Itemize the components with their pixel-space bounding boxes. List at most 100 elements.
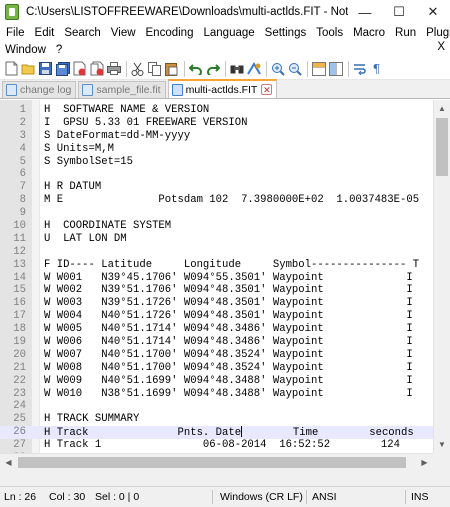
replace-icon[interactable] bbox=[246, 61, 261, 76]
undo-icon[interactable] bbox=[188, 61, 203, 76]
close-file-icon[interactable] bbox=[72, 61, 87, 76]
editor-line[interactable]: 14 W W001 N39°45.1706' W094°55.3501' Wayp… bbox=[0, 272, 433, 285]
menu-tools[interactable]: Tools bbox=[311, 27, 348, 39]
zoom-out-icon[interactable] bbox=[287, 61, 302, 76]
line-text[interactable]: W W004 N40°51.1726' W094°48.3501' Waypoi… bbox=[44, 310, 413, 323]
editor-lines[interactable]: 1 H SOFTWARE NAME & VERSION 2 I GPSU 5.33 0… bbox=[0, 104, 433, 465]
menu-edit[interactable]: Edit bbox=[30, 27, 60, 39]
line-text[interactable]: W W009 N40°51.1699' W094°48.3488' Waypoi… bbox=[44, 375, 413, 388]
editor-line[interactable]: 24 bbox=[0, 400, 433, 413]
menu-settings[interactable]: Settings bbox=[260, 27, 312, 39]
word-wrap-icon[interactable] bbox=[352, 61, 367, 76]
line-text[interactable]: F ID---- Latitude Longitude Symbol------… bbox=[44, 259, 419, 272]
scroll-down-arrow-icon[interactable]: ▼ bbox=[434, 436, 450, 453]
sync-scroll-vertical-icon[interactable] bbox=[311, 61, 326, 76]
line-text[interactable]: W W010 N38°51.1699' W094°48.3488' Waypoi… bbox=[44, 388, 413, 401]
editor-line[interactable]: 2 I GPSU 5.33 01 FREEWARE VERSION bbox=[0, 117, 433, 130]
editor-line[interactable]: 12 bbox=[0, 246, 433, 259]
menu-language[interactable]: Language bbox=[198, 27, 259, 39]
line-text[interactable]: W W007 N40°51.1700' W094°48.3524' Waypoi… bbox=[44, 349, 413, 362]
sync-scroll-horizontal-icon[interactable] bbox=[328, 61, 343, 76]
zoom-in-icon[interactable] bbox=[270, 61, 285, 76]
line-text[interactable]: S DateFormat=dd-MM-yyyy bbox=[44, 130, 190, 143]
line-text[interactable]: W W005 N40°51.1714' W094°48.3486' Waypoi… bbox=[44, 323, 413, 336]
line-text[interactable]: W W002 N39°51.1706' W094°48.3501' Waypoi… bbox=[44, 284, 413, 297]
close-document-x[interactable]: X bbox=[437, 41, 445, 53]
editor-line[interactable]: 27 H Track 1 06-08-2014 16:52:52 124 bbox=[0, 439, 433, 452]
editor-line[interactable]: 18 W W005 N40°51.1714' W094°48.3486' Wayp… bbox=[0, 323, 433, 336]
editor-line[interactable]: 13 F ID---- Latitude Longitude Symbol----… bbox=[0, 259, 433, 272]
editor-line[interactable]: 17 W W004 N40°51.1726' W094°48.3501' Wayp… bbox=[0, 310, 433, 323]
find-icon[interactable] bbox=[229, 61, 244, 76]
line-text[interactable]: S Units=M,M bbox=[44, 143, 114, 156]
editor-line[interactable]: 9 bbox=[0, 207, 433, 220]
line-text[interactable]: U LAT LON DM bbox=[44, 233, 127, 246]
scroll-left-arrow-icon[interactable]: ◀ bbox=[0, 454, 17, 470]
menu-window[interactable]: Window bbox=[0, 44, 51, 56]
editor-line[interactable]: 5 S SymbolSet=15 bbox=[0, 156, 433, 169]
line-text[interactable]: W W006 N40°51.1714' W094°48.3486' Waypoi… bbox=[44, 336, 413, 349]
minimize-button[interactable]: — bbox=[348, 0, 382, 24]
editor-line[interactable]: 22 W W009 N40°51.1699' W094°48.3488' Wayp… bbox=[0, 375, 433, 388]
menu-run[interactable]: Run bbox=[390, 27, 421, 39]
line-text[interactable]: H TRACK SUMMARY bbox=[44, 413, 139, 426]
new-file-icon[interactable] bbox=[4, 61, 19, 76]
line-text[interactable]: W W001 N39°45.1706' W094°55.3501' Waypoi… bbox=[44, 272, 413, 285]
menu-view[interactable]: View bbox=[106, 27, 141, 39]
editor-line[interactable]: 7 H R DATUM bbox=[0, 181, 433, 194]
editor-line[interactable]: 23 W W010 N38°51.1699' W094°48.3488' Wayp… bbox=[0, 388, 433, 401]
line-text[interactable]: H Track Pnts. Date Time seconds bbox=[44, 426, 414, 440]
editor-line[interactable]: 15 W W002 N39°51.1706' W094°48.3501' Wayp… bbox=[0, 284, 433, 297]
line-text[interactable]: H Track 1 06-08-2014 16:52:52 124 bbox=[44, 439, 400, 452]
line-text[interactable]: W W008 N40°51.1700' W094°48.3524' Waypoi… bbox=[44, 362, 413, 375]
maximize-button[interactable]: ☐ bbox=[382, 0, 416, 24]
paste-icon[interactable] bbox=[164, 61, 179, 76]
editor-line[interactable]: 3 S DateFormat=dd-MM-yyyy bbox=[0, 130, 433, 143]
tab-change-log[interactable]: change log bbox=[2, 81, 77, 98]
line-text[interactable]: W W003 N39°51.1726' W094°48.3501' Waypoi… bbox=[44, 297, 413, 310]
scroll-up-arrow-icon[interactable]: ▲ bbox=[434, 100, 450, 117]
editor-line[interactable]: 21 W W008 N40°51.1700' W094°48.3524' Wayp… bbox=[0, 362, 433, 375]
menu-macro[interactable]: Macro bbox=[348, 27, 390, 39]
cut-icon[interactable] bbox=[130, 61, 145, 76]
tab-close-icon[interactable]: ✕ bbox=[261, 84, 273, 95]
editor-line[interactable]: 16 W W003 N39°51.1726' W094°48.3501' Wayp… bbox=[0, 297, 433, 310]
line-text[interactable]: M E Potsdam 102 7.3980000E+02 1.0037483E… bbox=[44, 194, 419, 207]
close-button[interactable]: ✕ bbox=[416, 0, 450, 24]
save-icon[interactable] bbox=[38, 61, 53, 76]
line-text[interactable]: H SOFTWARE NAME & VERSION bbox=[44, 104, 209, 117]
editor-line[interactable]: 11 U LAT LON DM bbox=[0, 233, 433, 246]
line-text[interactable]: H COORDINATE SYSTEM bbox=[44, 220, 171, 233]
editor-line[interactable]: 1 H SOFTWARE NAME & VERSION bbox=[0, 104, 433, 117]
editor-line[interactable]: 8 M E Potsdam 102 7.3980000E+02 1.0037483… bbox=[0, 194, 433, 207]
menu-search[interactable]: Search bbox=[59, 27, 105, 39]
editor-line[interactable]: 20 W W007 N40°51.1700' W094°48.3524' Wayp… bbox=[0, 349, 433, 362]
menu-plugins[interactable]: Plugins bbox=[421, 27, 450, 39]
tab-sample-file[interactable]: sample_file.fit bbox=[78, 81, 166, 98]
line-text[interactable]: S SymbolSet=15 bbox=[44, 156, 133, 169]
editor-line[interactable]: 6 bbox=[0, 168, 433, 181]
editor-line[interactable]: 26 H Track Pnts. Date Time seconds bbox=[0, 426, 433, 439]
editor-line[interactable]: 4 S Units=M,M bbox=[0, 143, 433, 156]
line-text[interactable]: I GPSU 5.33 01 FREEWARE VERSION bbox=[44, 117, 247, 130]
editor-line[interactable]: 19 W W006 N40°51.1714' W094°48.3486' Wayp… bbox=[0, 336, 433, 349]
vertical-scrollbar[interactable]: ▲ ▼ bbox=[433, 100, 450, 453]
editor-line[interactable]: 10 H COORDINATE SYSTEM bbox=[0, 220, 433, 233]
editor-line[interactable]: 25 H TRACK SUMMARY bbox=[0, 413, 433, 426]
print-icon[interactable] bbox=[106, 61, 121, 76]
text-editor[interactable]: 1 H SOFTWARE NAME & VERSION 2 I GPSU 5.33 0… bbox=[0, 100, 450, 470]
copy-icon[interactable] bbox=[147, 61, 162, 76]
scroll-right-arrow-icon[interactable]: ▶ bbox=[416, 454, 433, 470]
show-all-characters-icon[interactable]: ¶ bbox=[369, 61, 384, 76]
horizontal-scroll-thumb[interactable] bbox=[18, 457, 406, 468]
tab-multi-actlds[interactable]: multi-actlds.FIT ✕ bbox=[167, 79, 278, 98]
vertical-scroll-thumb[interactable] bbox=[436, 118, 448, 176]
open-file-icon[interactable] bbox=[21, 61, 36, 76]
line-text[interactable]: H R DATUM bbox=[44, 181, 101, 194]
menu-file[interactable]: File bbox=[0, 27, 30, 39]
menu-help[interactable]: ? bbox=[51, 44, 67, 56]
menu-encoding[interactable]: Encoding bbox=[141, 27, 199, 39]
save-all-icon[interactable] bbox=[55, 61, 70, 76]
horizontal-scrollbar[interactable]: ◀ ▶ bbox=[0, 453, 433, 470]
redo-icon[interactable] bbox=[205, 61, 220, 76]
